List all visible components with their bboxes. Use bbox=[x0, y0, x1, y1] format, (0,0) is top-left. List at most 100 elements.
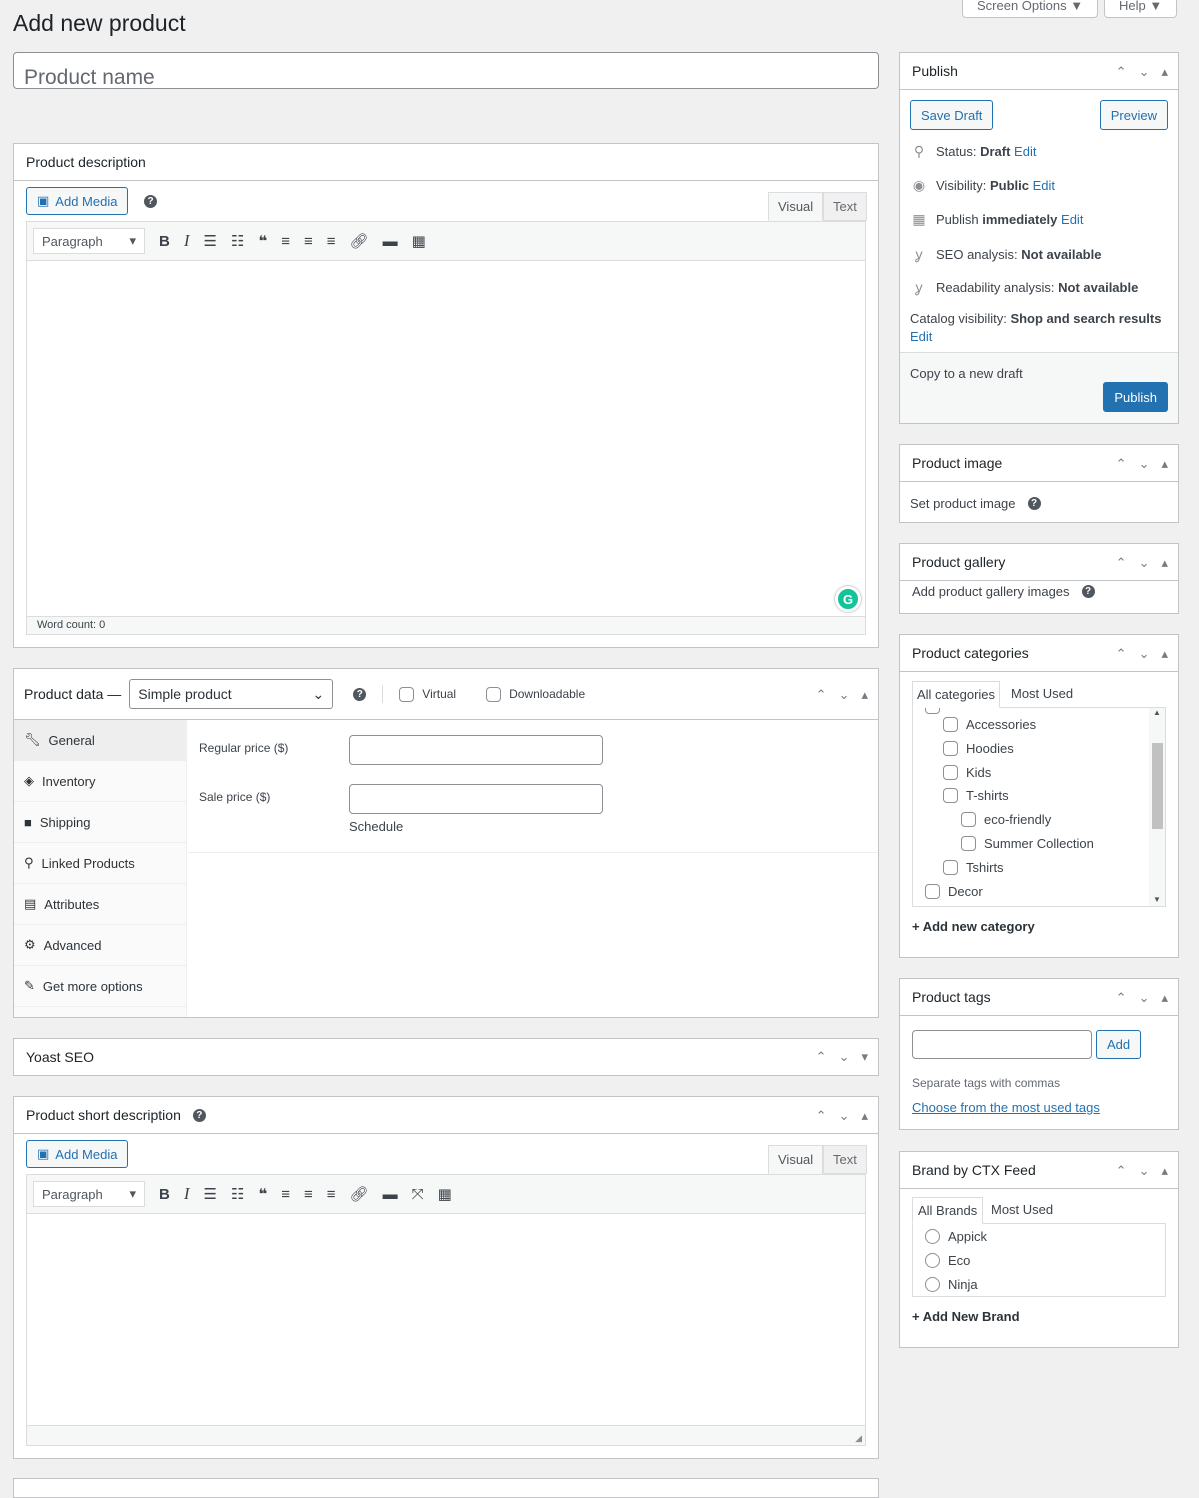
toggle-icon[interactable]: ▴ bbox=[1161, 990, 1168, 1006]
move-down-icon[interactable]: ⌄ bbox=[1139, 990, 1150, 1006]
tab-general[interactable]: 🔧︎ General bbox=[14, 720, 186, 761]
category-checkbox[interactable] bbox=[961, 836, 976, 851]
blockquote-icon[interactable]: ❝ bbox=[258, 232, 267, 250]
move-down-icon[interactable]: ⌄ bbox=[1139, 1163, 1150, 1179]
toggle-icon[interactable]: ▴ bbox=[1161, 64, 1168, 80]
tab-most-used[interactable]: Most Used bbox=[991, 1202, 1053, 1217]
toggle-icon[interactable]: ▴ bbox=[861, 687, 868, 703]
align-center-icon[interactable]: ≡ bbox=[304, 1186, 313, 1203]
align-left-icon[interactable]: ≡ bbox=[281, 1186, 290, 1203]
scrollbar-thumb[interactable] bbox=[1152, 743, 1163, 829]
category-item[interactable]: Kids bbox=[943, 764, 991, 780]
link-icon[interactable]: 🔗︎ bbox=[350, 232, 369, 250]
format-select[interactable]: Paragraph ▾ bbox=[33, 1181, 145, 1207]
product-name-input[interactable]: Product name bbox=[13, 52, 879, 89]
edit-status-link[interactable]: Edit bbox=[1014, 144, 1036, 159]
toggle-icon[interactable]: ▴ bbox=[1161, 555, 1168, 571]
downloadable-checkbox[interactable] bbox=[486, 686, 502, 702]
toolbar-toggle-icon[interactable]: ▦ bbox=[412, 232, 426, 250]
toggle-icon[interactable]: ▴ bbox=[1161, 456, 1168, 472]
choose-tags-link[interactable]: Choose from the most used tags bbox=[912, 1100, 1100, 1115]
tab-all-brands[interactable]: All Brands bbox=[912, 1197, 984, 1224]
tab-inventory[interactable]: ◈ Inventory bbox=[14, 761, 186, 802]
add-media-button[interactable]: ▣ Add Media bbox=[26, 187, 129, 215]
save-draft-button[interactable]: Save Draft bbox=[910, 100, 994, 130]
edit-visibility-link[interactable]: Edit bbox=[1033, 178, 1055, 193]
help-icon[interactable]: ? bbox=[192, 1108, 206, 1122]
bold-icon[interactable]: B bbox=[159, 1186, 170, 1203]
read-more-icon[interactable]: ▬ bbox=[383, 233, 398, 250]
product-type-select[interactable]: Simple product ⌄ bbox=[129, 679, 334, 709]
toolbar-toggle-icon[interactable]: ▦ bbox=[438, 1185, 452, 1203]
move-down-icon[interactable]: ⌄ bbox=[1139, 646, 1150, 662]
edit-catalog-link[interactable]: Edit bbox=[910, 329, 932, 344]
copy-draft-link[interactable]: Copy to a new draft bbox=[910, 366, 1023, 381]
regular-price-input[interactable] bbox=[349, 735, 603, 765]
align-right-icon[interactable]: ≡ bbox=[327, 233, 336, 250]
brand-radio[interactable] bbox=[925, 1277, 940, 1292]
move-up-icon[interactable]: ⌃ bbox=[1116, 646, 1127, 662]
move-down-icon[interactable]: ⌄ bbox=[839, 1108, 850, 1124]
brand-radio[interactable] bbox=[925, 1253, 940, 1268]
category-item[interactable]: Accessories bbox=[943, 717, 1036, 732]
help-icon[interactable]: ? bbox=[1081, 585, 1095, 598]
move-up-icon[interactable]: ⌃ bbox=[1116, 1163, 1127, 1179]
move-up-icon[interactable]: ⌃ bbox=[816, 1108, 827, 1124]
edit-publish-time-link[interactable]: Edit bbox=[1061, 212, 1083, 227]
read-more-icon[interactable]: ▬ bbox=[383, 1186, 398, 1203]
toggle-icon[interactable]: ▴ bbox=[1161, 1163, 1168, 1179]
move-up-icon[interactable]: ⌃ bbox=[816, 1049, 827, 1065]
category-checkbox[interactable] bbox=[943, 788, 958, 804]
preview-button[interactable]: Preview bbox=[1099, 100, 1168, 130]
move-up-icon[interactable]: ⌃ bbox=[1116, 64, 1127, 80]
italic-icon[interactable]: I bbox=[184, 1184, 190, 1204]
category-item[interactable]: Decor bbox=[925, 883, 983, 899]
tab-attributes[interactable]: ▤ Attributes bbox=[14, 884, 186, 925]
category-item[interactable]: T-shirts bbox=[943, 788, 1009, 804]
sale-price-input[interactable] bbox=[349, 784, 603, 814]
scroll-up-icon[interactable]: ▲ bbox=[1149, 708, 1165, 717]
category-checkbox[interactable] bbox=[943, 717, 958, 732]
tab-most-used[interactable]: Most Used bbox=[1011, 686, 1073, 701]
help-icon[interactable]: ? bbox=[353, 687, 367, 701]
move-up-icon[interactable]: ⌃ bbox=[1116, 555, 1127, 571]
align-left-icon[interactable]: ≡ bbox=[281, 233, 290, 250]
set-product-image-link[interactable]: Set product image bbox=[910, 496, 1016, 511]
add-gallery-images-link[interactable]: Add product gallery images bbox=[912, 584, 1070, 599]
fullscreen-icon[interactable]: ⤧ bbox=[412, 1186, 424, 1203]
add-media-button[interactable]: ▣ Add Media bbox=[26, 1140, 129, 1168]
align-center-icon[interactable]: ≡ bbox=[304, 233, 313, 250]
schedule-link[interactable]: Schedule bbox=[349, 819, 403, 834]
category-checkbox[interactable] bbox=[961, 812, 976, 828]
bold-icon[interactable]: B bbox=[159, 233, 170, 250]
toggle-icon[interactable]: ▴ bbox=[1161, 646, 1168, 662]
tab-linked-products[interactable]: ⚲ Linked Products bbox=[14, 843, 186, 884]
move-up-icon[interactable]: ⌃ bbox=[816, 687, 827, 703]
grammarly-icon[interactable]: G bbox=[835, 586, 861, 612]
move-down-icon[interactable]: ⌄ bbox=[1139, 64, 1150, 80]
resize-handle-icon[interactable]: ◢ bbox=[855, 1433, 862, 1444]
category-item[interactable]: Hoodies bbox=[943, 740, 1014, 756]
move-up-icon[interactable]: ⌃ bbox=[1116, 456, 1127, 472]
move-down-icon[interactable]: ⌄ bbox=[1139, 555, 1150, 571]
add-tag-button[interactable]: Add bbox=[1096, 1030, 1142, 1059]
virtual-checkbox[interactable] bbox=[399, 686, 415, 702]
category-item[interactable]: Summer Collection bbox=[961, 836, 1094, 851]
link-icon[interactable]: 🔗︎ bbox=[350, 1185, 369, 1203]
screen-options-button[interactable]: Screen Options ▼ bbox=[962, 0, 1099, 18]
publish-button[interactable]: Publish bbox=[1103, 382, 1168, 412]
numbered-list-icon[interactable]: ☷ bbox=[231, 232, 244, 250]
move-up-icon[interactable]: ⌃ bbox=[1116, 990, 1127, 1006]
help-icon[interactable]: ? bbox=[1027, 497, 1041, 510]
blockquote-icon[interactable]: ❝ bbox=[258, 1185, 267, 1203]
scroll-down-icon[interactable]: ▼ bbox=[1149, 895, 1165, 904]
tab-visual[interactable]: Visual bbox=[768, 1145, 824, 1174]
format-select[interactable]: Paragraph ▾ bbox=[33, 228, 145, 254]
scrollbar[interactable]: ▲ ▼ bbox=[1149, 708, 1165, 906]
bullet-list-icon[interactable]: ☰ bbox=[204, 232, 217, 250]
tab-get-more-options[interactable]: ✎ Get more options bbox=[14, 966, 186, 1007]
help-button[interactable]: Help ▼ bbox=[1104, 0, 1178, 18]
tag-input[interactable] bbox=[912, 1030, 1092, 1059]
move-down-icon[interactable]: ⌄ bbox=[839, 687, 850, 703]
toggle-icon[interactable]: ▴ bbox=[861, 1108, 868, 1124]
